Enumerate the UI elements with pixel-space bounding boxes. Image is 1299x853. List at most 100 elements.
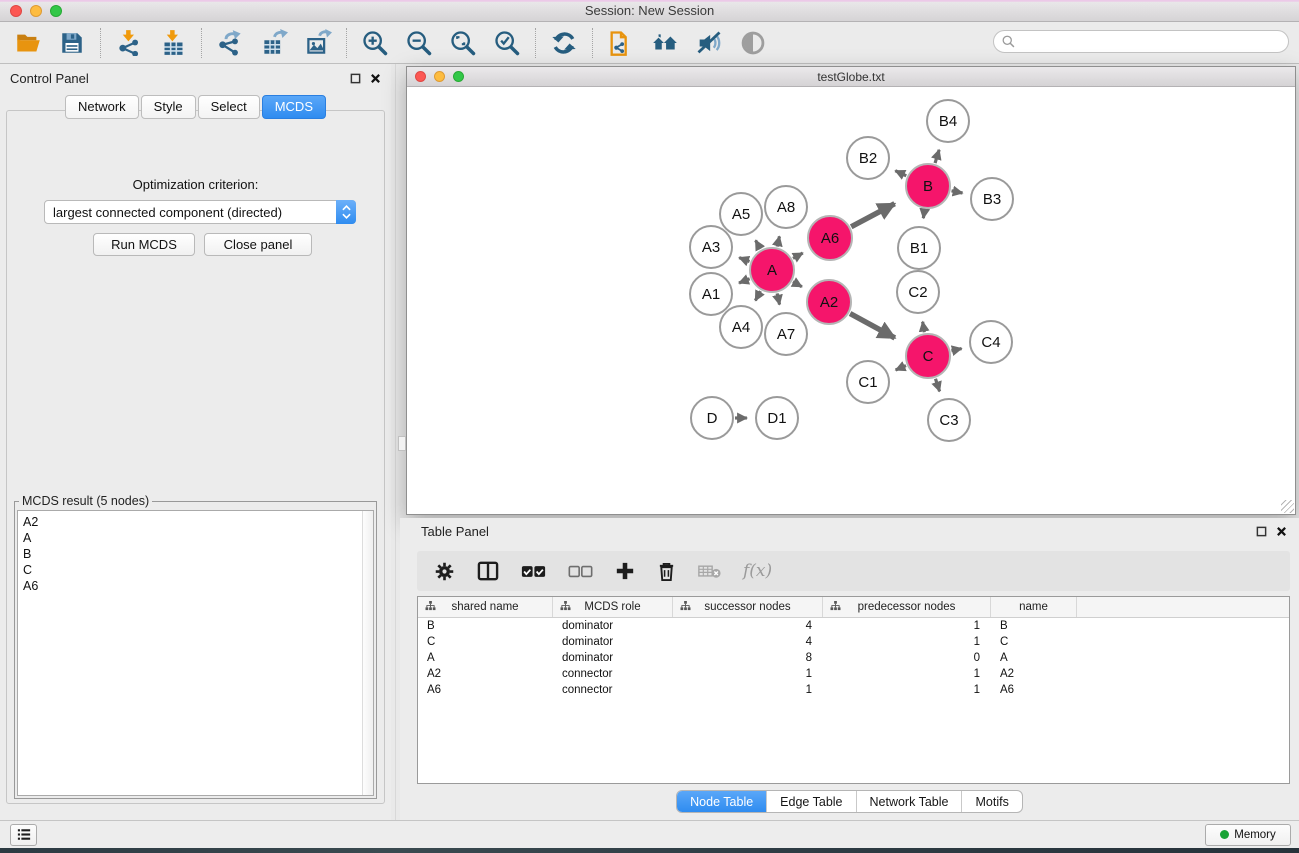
table-cell[interactable]: B bbox=[418, 620, 553, 632]
table-cell[interactable]: A bbox=[991, 652, 1077, 664]
table-cell[interactable]: dominator bbox=[553, 652, 673, 664]
birdseye-view-icon[interactable] bbox=[739, 29, 767, 57]
export-image-icon[interactable] bbox=[304, 29, 332, 57]
table-row[interactable]: Cdominator41C bbox=[418, 634, 1289, 650]
node-C[interactable]: C bbox=[906, 334, 950, 378]
table-cell[interactable]: B bbox=[991, 620, 1077, 632]
edge-C-C1[interactable] bbox=[896, 366, 906, 370]
gear-icon[interactable] bbox=[434, 561, 455, 582]
result-item[interactable]: B bbox=[18, 546, 373, 562]
table-cell[interactable]: 1 bbox=[673, 668, 823, 680]
node-C4[interactable]: C4 bbox=[970, 321, 1012, 363]
table-cell[interactable]: A2 bbox=[991, 668, 1077, 680]
node-A[interactable]: A bbox=[750, 248, 794, 292]
checkboxes-checked-icon[interactable] bbox=[521, 565, 546, 578]
table-cell[interactable]: connector bbox=[553, 668, 673, 680]
zoom-in-icon[interactable] bbox=[361, 29, 389, 57]
table-row[interactable]: A2connector11A2 bbox=[418, 666, 1289, 682]
node-C3[interactable]: C3 bbox=[928, 399, 970, 441]
table-cell[interactable]: A2 bbox=[418, 668, 553, 680]
close-table-panel-icon[interactable] bbox=[1276, 526, 1287, 537]
edge-C-C3[interactable] bbox=[935, 379, 939, 392]
edge-A6-B[interactable] bbox=[851, 204, 894, 227]
float-panel-icon[interactable] bbox=[350, 73, 361, 84]
node-B1[interactable]: B1 bbox=[898, 227, 940, 269]
zoom-out-icon[interactable] bbox=[405, 29, 433, 57]
close-panel-button[interactable]: Close panel bbox=[204, 233, 312, 256]
edge-A2-C[interactable] bbox=[850, 313, 895, 337]
splitter-grip[interactable] bbox=[398, 436, 406, 451]
resize-grip-icon[interactable] bbox=[1281, 500, 1294, 513]
node-D1[interactable]: D1 bbox=[756, 397, 798, 439]
edge-C-C4[interactable] bbox=[951, 349, 961, 351]
tab-network[interactable]: Network bbox=[65, 95, 139, 119]
zoom-selected-icon[interactable] bbox=[493, 29, 521, 57]
zoom-fit-icon[interactable] bbox=[449, 29, 477, 57]
node-C1[interactable]: C1 bbox=[847, 361, 889, 403]
column-header-shared-name[interactable]: shared name bbox=[418, 597, 553, 617]
table-cell[interactable]: 0 bbox=[823, 652, 991, 664]
result-item[interactable]: A2 bbox=[18, 514, 373, 530]
table-cell[interactable]: 8 bbox=[673, 652, 823, 664]
node-A7[interactable]: A7 bbox=[765, 313, 807, 355]
tab-node-table[interactable]: Node Table bbox=[677, 791, 766, 812]
node-A6[interactable]: A6 bbox=[808, 216, 852, 260]
search-field[interactable] bbox=[993, 30, 1289, 53]
hide-details-icon[interactable] bbox=[695, 29, 723, 57]
edge-A-A2[interactable] bbox=[793, 282, 802, 287]
node-A5[interactable]: A5 bbox=[720, 193, 762, 235]
node-A3[interactable]: A3 bbox=[690, 226, 732, 268]
table-cell[interactable]: 4 bbox=[673, 620, 823, 632]
close-panel-icon[interactable] bbox=[370, 73, 381, 84]
tab-edge-table[interactable]: Edge Table bbox=[766, 791, 855, 812]
edge-B-B3[interactable] bbox=[952, 191, 963, 193]
table-cell[interactable]: 1 bbox=[823, 668, 991, 680]
float-table-panel-icon[interactable] bbox=[1256, 526, 1267, 537]
open-file-icon[interactable] bbox=[14, 29, 42, 57]
node-C2[interactable]: C2 bbox=[897, 271, 939, 313]
node-A8[interactable]: A8 bbox=[765, 186, 807, 228]
table-cell[interactable]: dominator bbox=[553, 636, 673, 648]
edge-A-A5[interactable] bbox=[756, 240, 761, 249]
node-B[interactable]: B bbox=[906, 164, 950, 208]
delete-column-icon[interactable] bbox=[657, 561, 676, 582]
edge-C-C2[interactable] bbox=[923, 322, 925, 333]
result-scrollbar[interactable] bbox=[362, 511, 373, 795]
table-cell[interactable]: C bbox=[418, 636, 553, 648]
duplicate-network-icon[interactable] bbox=[607, 29, 635, 57]
tab-select[interactable]: Select bbox=[198, 95, 260, 119]
export-network-icon[interactable] bbox=[216, 29, 244, 57]
network-window[interactable]: testGlobe.txt B4B2BB3A5A8A6A3B1AC2A1A2A4… bbox=[406, 66, 1296, 515]
refresh-layout-icon[interactable] bbox=[550, 29, 578, 57]
import-table-icon[interactable] bbox=[159, 29, 187, 57]
network-canvas[interactable]: B4B2BB3A5A8A6A3B1AC2A1A2A4A7C4CC1DD1C3 bbox=[407, 87, 1295, 514]
edge-A-A6[interactable] bbox=[793, 253, 803, 258]
table-cell[interactable]: A6 bbox=[418, 684, 553, 696]
node-B4[interactable]: B4 bbox=[927, 100, 969, 142]
tab-mcds[interactable]: MCDS bbox=[262, 95, 326, 119]
edge-B-B2[interactable] bbox=[895, 171, 906, 176]
tab-network-table[interactable]: Network Table bbox=[856, 791, 962, 812]
table-row[interactable]: A6connector11A6 bbox=[418, 682, 1289, 698]
column-header-name[interactable]: name bbox=[991, 597, 1077, 617]
edge-A-A7[interactable] bbox=[777, 293, 779, 304]
column-header-predecessor-nodes[interactable]: predecessor nodes bbox=[823, 597, 991, 617]
split-columns-icon[interactable] bbox=[477, 561, 499, 581]
run-mcds-button[interactable]: Run MCDS bbox=[93, 233, 195, 256]
memory-button[interactable]: Memory bbox=[1205, 824, 1291, 846]
edge-B-B4[interactable] bbox=[935, 150, 939, 163]
column-header-MCDS-role[interactable]: MCDS role bbox=[553, 597, 673, 617]
edge-A-A3[interactable] bbox=[739, 258, 749, 262]
edge-A-A4[interactable] bbox=[755, 291, 760, 300]
node-table[interactable]: shared nameMCDS rolesuccessor nodesprede… bbox=[417, 596, 1290, 784]
node-B3[interactable]: B3 bbox=[971, 178, 1013, 220]
result-item[interactable]: C bbox=[18, 562, 373, 578]
table-cell[interactable]: A bbox=[418, 652, 553, 664]
tab-motifs[interactable]: Motifs bbox=[961, 791, 1021, 812]
table-cell[interactable]: C bbox=[991, 636, 1077, 648]
mcds-result-list[interactable]: A2ABCA6 bbox=[17, 510, 374, 796]
table-cell[interactable]: 4 bbox=[673, 636, 823, 648]
table-row[interactable]: Adominator80A bbox=[418, 650, 1289, 666]
network-window-titlebar[interactable]: testGlobe.txt bbox=[407, 67, 1295, 87]
table-cell[interactable]: 1 bbox=[823, 684, 991, 696]
